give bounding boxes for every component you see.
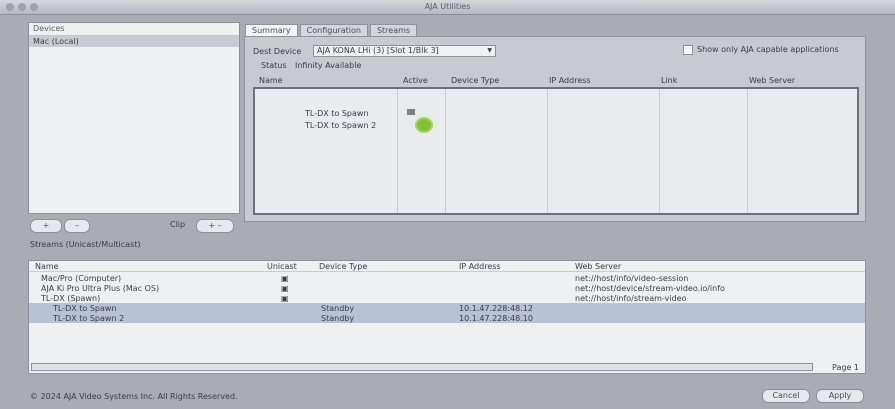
col-device-type: Device Type (451, 76, 500, 85)
remove-device-button[interactable]: – (64, 219, 90, 233)
row-name: TL-DX to Spawn 2 (53, 314, 125, 323)
streams-col-ip: IP Address (459, 262, 501, 271)
row-type: Standby (321, 314, 355, 323)
col-link: Link (661, 76, 678, 85)
row-web: net://host/info/stream-video (575, 294, 687, 303)
col-web-server: Web Server (749, 76, 796, 85)
clip-label: Clip (170, 220, 186, 229)
summary-row-1[interactable]: TL-DX to Spawn (305, 109, 369, 118)
row-unicast: ▣ (281, 294, 289, 303)
window-title: AJA Utilities (424, 2, 471, 11)
device-list-selected-item[interactable]: Mac (Local) (29, 36, 239, 47)
summary-panel: Dest Device AJA KONA LHi (3) [Slot 1/Blk… (244, 36, 866, 222)
row-ip: 10.1.47.228:48.10 (459, 314, 533, 323)
table-row[interactable]: Mac/Pro (Computer) ▣ net://host/info/vid… (29, 273, 865, 283)
table-row[interactable]: TL-DX to Spawn 2 Standby 10.1.47.228:48.… (29, 313, 865, 323)
table-row[interactable]: AJA Ki Pro Ultra Plus (Mac OS) ▣ net://h… (29, 283, 865, 293)
row-web: net://host/info/video-session (575, 274, 689, 283)
streams-col-device-type: Device Type (319, 262, 368, 271)
row-name: Mac/Pro (Computer) (41, 274, 122, 283)
row-name: AJA Ki Pro Ultra Plus (Mac OS) (41, 284, 160, 293)
show-capable-label: Show only AJA capable applications (697, 45, 839, 54)
status-label: Status (261, 61, 287, 70)
row-name: TL-DX (Spawn) (41, 294, 101, 303)
summary-table-header: Name Active Device Type IP Address Link … (253, 75, 855, 86)
arrow-cursor-icon (407, 109, 415, 115)
col-ip: IP Address (549, 76, 591, 85)
chevron-down-icon: ▼ (487, 47, 492, 54)
green-highlight-icon (415, 117, 433, 133)
row-type: Standby (321, 304, 355, 313)
row-name: TL-DX to Spawn (53, 304, 117, 313)
row-unicast: ▣ (281, 284, 289, 293)
device-select-value: AJA KONA LHi (3) [Slot 1/Blk 3] (317, 46, 439, 55)
page-label: Page 1 (832, 363, 859, 372)
footer-status: © 2024 AJA Video Systems Inc. All Rights… (30, 392, 238, 401)
streams-col-name: Name (35, 262, 59, 271)
window-titlebar: AJA Utilities (0, 0, 895, 15)
status-value: Infinity Available (295, 61, 362, 70)
summary-row-2[interactable]: TL-DX to Spawn 2 (305, 121, 376, 130)
show-capable-checkbox[interactable] (683, 45, 693, 55)
horizontal-scrollbar[interactable] (31, 363, 813, 371)
cancel-button[interactable]: Cancel (762, 389, 810, 403)
row-unicast: ▣ (281, 274, 289, 283)
device-list[interactable]: Devices Mac (Local) (28, 22, 240, 214)
summary-table[interactable]: TL-DX to Spawn TL-DX to Spawn 2 (253, 87, 859, 215)
section-label: Streams (Unicast/Multicast) (30, 240, 141, 249)
table-row[interactable]: TL-DX to Spawn Standby 10.1.47.228:48.12 (29, 303, 865, 313)
apply-button[interactable]: Apply (816, 389, 864, 403)
device-select[interactable]: AJA KONA LHi (3) [Slot 1/Blk 3] ▼ (313, 45, 496, 57)
col-name: Name (259, 76, 283, 85)
col-active: Active (403, 76, 428, 85)
streams-col-unicast: Unicast (267, 262, 297, 271)
streams-col-web-server: Web Server (575, 262, 622, 271)
streams-table[interactable]: Name Unicast Device Type IP Address Web … (28, 260, 866, 374)
row-web: net://host/device/stream-video.io/info (575, 284, 725, 293)
add-device-button[interactable]: + (30, 219, 62, 233)
device-list-header: Devices (29, 23, 239, 36)
clip-stepper[interactable]: + – (196, 219, 234, 233)
table-row[interactable]: TL-DX (Spawn) ▣ net://host/info/stream-v… (29, 293, 865, 303)
streams-table-header: Name Unicast Device Type IP Address Web … (29, 261, 865, 272)
row-ip: 10.1.47.228:48.12 (459, 304, 533, 313)
device-label: Dest Device (253, 47, 302, 56)
